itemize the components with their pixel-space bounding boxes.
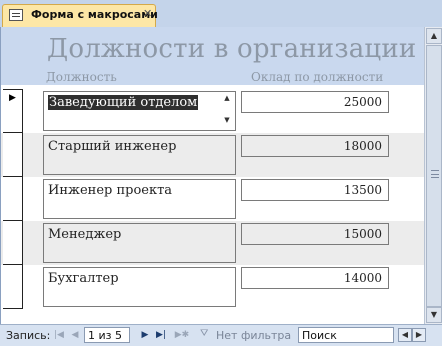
position-field[interactable]: Менеджер (43, 223, 236, 263)
last-record-button[interactable]: ▶| (154, 328, 168, 342)
previous-record-button[interactable]: ◀ (68, 328, 82, 342)
form-title: Должности в организации (47, 34, 417, 64)
salary-field[interactable]: 13500 (241, 179, 389, 201)
search-input[interactable]: Поиск (298, 327, 394, 343)
column-header-position: Должность (46, 70, 117, 84)
record-selector[interactable] (3, 177, 23, 221)
scroll-up-icon[interactable]: ▲ (221, 93, 233, 103)
first-record-button[interactable]: |◀ (52, 328, 66, 342)
salary-field[interactable]: 18000 (241, 135, 389, 157)
record-label: Запись: (6, 329, 51, 342)
position-value: Заведующий отделом (48, 95, 199, 110)
record-row: Бухгалтер 14000 (1, 265, 424, 309)
position-field[interactable]: Старший инженер (43, 135, 236, 175)
record-row: Менеджер 15000 (1, 221, 424, 265)
record-row: Инженер проекта 13500 (1, 177, 424, 221)
scroll-down-icon[interactable]: ▼ (426, 307, 442, 323)
scroll-right-icon[interactable]: ▶ (412, 328, 426, 342)
salary-field[interactable]: 15000 (241, 223, 389, 245)
scroll-left-icon[interactable]: ◀ (398, 328, 412, 342)
form-body: Должности в организации Должность Оклад … (0, 27, 424, 324)
scrollbar-thumb[interactable] (426, 45, 442, 307)
scroll-up-icon[interactable]: ▲ (426, 28, 442, 44)
tab-form-with-macros[interactable]: Форма с макросами ✕ (2, 4, 158, 27)
position-field[interactable]: Инженер проекта (43, 179, 236, 219)
record-row: ▶ Заведующий отделом ▲ ▼ 25000 (1, 89, 424, 133)
funnel-icon: ⛛ (200, 328, 209, 339)
next-record-button[interactable]: ▶ (138, 328, 152, 342)
record-navigation-bar: Запись: |◀ ◀ 1 из 5 ▶ ▶| ▶✱ ⛛ Нет фильтр… (0, 324, 442, 346)
close-icon[interactable]: ✕ (143, 7, 152, 20)
new-record-button[interactable]: ▶✱ (172, 328, 192, 342)
form-icon (9, 9, 23, 21)
record-selector[interactable]: ▶ (3, 89, 23, 133)
field-scrollbar[interactable]: ▲ ▼ (221, 93, 233, 127)
horizontal-scroll-track[interactable] (426, 328, 440, 342)
salary-field[interactable]: 14000 (241, 267, 389, 289)
record-row: Старший инженер 18000 (1, 133, 424, 177)
filter-status[interactable]: Нет фильтра (216, 329, 291, 342)
current-record-field[interactable]: 1 из 5 (84, 327, 130, 343)
record-selector[interactable] (3, 265, 23, 309)
scroll-down-icon[interactable]: ▼ (221, 115, 233, 125)
record-selector[interactable] (3, 221, 23, 265)
grip-icon (431, 170, 439, 178)
salary-field[interactable]: 25000 (241, 91, 389, 113)
current-record-arrow-icon: ▶ (9, 93, 16, 103)
position-field[interactable]: Бухгалтер (43, 267, 236, 307)
position-field[interactable]: Заведующий отделом (43, 91, 236, 131)
record-selector[interactable] (3, 133, 23, 177)
vertical-scrollbar[interactable]: ▲ ▼ (424, 27, 442, 324)
document-tab-strip: Форма с макросами ✕ (0, 0, 442, 27)
tab-title: Форма с макросами (31, 8, 158, 21)
column-header-salary: Оклад по должности (251, 70, 384, 84)
form-header: Должности в организации Должность Оклад … (1, 27, 424, 85)
